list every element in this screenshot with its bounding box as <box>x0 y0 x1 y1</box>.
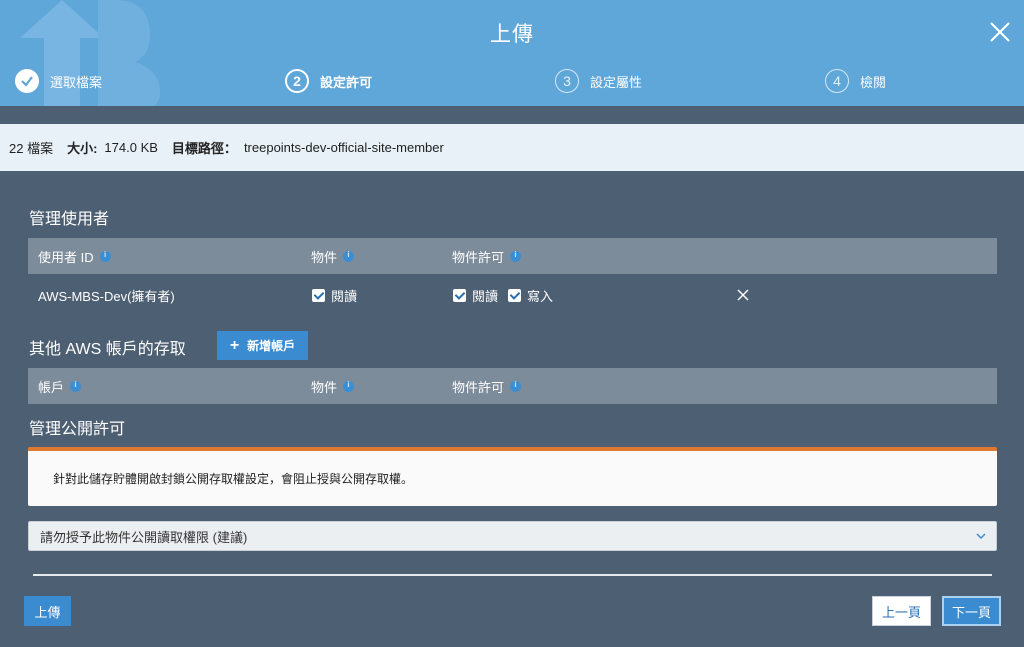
add-account-button[interactable]: + 新增帳戶 <box>217 331 308 360</box>
wizard-steps: 選取檔案 2 設定許可 3 設定屬性 4 檢閱 <box>0 67 1024 95</box>
header-divider <box>0 106 1024 124</box>
previous-button[interactable]: 上一頁 <box>872 596 931 626</box>
column-header-object-permissions: 物件許可 <box>452 238 522 274</box>
step-number: 4 <box>825 69 849 93</box>
size-label: 大小: <box>67 141 98 156</box>
dialog-header: 上傳 選取檔案 2 設定許可 3 設定屬性 4 檢閱 <box>0 0 1024 106</box>
info-icon[interactable] <box>510 380 522 392</box>
step-label: 設定許可 <box>320 74 373 90</box>
step-label: 檢閱 <box>860 74 887 90</box>
next-button[interactable]: 下一頁 <box>942 596 1001 626</box>
checkbox-checked-icon[interactable] <box>453 288 466 302</box>
public-permissions-title: 管理公開許可 <box>29 421 126 438</box>
checkbox-checked-icon[interactable] <box>312 288 325 302</box>
column-header-account: 帳戶 <box>38 368 82 404</box>
info-icon[interactable] <box>343 380 355 392</box>
checkbox-checked-icon[interactable] <box>508 288 521 302</box>
users-table-header: 使用者 ID 物件 物件許可 <box>28 238 997 274</box>
step-number: 2 <box>285 69 309 93</box>
file-count: 22 檔案 <box>9 141 54 156</box>
dialog-title: 上傳 <box>490 23 534 46</box>
select-value: 請勿授予此物件公開讀取權限 (建議) <box>40 529 248 545</box>
footer-divider <box>33 574 992 576</box>
accounts-table-header: 帳戶 物件 物件許可 <box>28 368 997 404</box>
object-read-checkbox[interactable]: 閱讀 <box>312 275 357 315</box>
step-review[interactable]: 4 檢閱 <box>825 67 886 95</box>
permission-read-checkbox[interactable]: 閱讀 <box>453 275 498 315</box>
upload-button[interactable]: 上傳 <box>24 596 71 626</box>
close-icon[interactable] <box>988 20 1012 44</box>
target-label: 目標路徑： <box>171 141 237 156</box>
target-value: treepoints-dev-official-site-member <box>243 140 444 155</box>
upload-summary-bar: 22 檔案 大小: 174.0 KB 目標路徑： treepoints-dev-… <box>0 124 1024 171</box>
warning-text: 針對此儲存貯體開啟封鎖公開存取權設定，會阻止授與公開存取權。 <box>53 472 414 486</box>
step-label: 設定屬性 <box>590 74 643 90</box>
step-set-permissions[interactable]: 2 設定許可 <box>285 67 372 95</box>
remove-user-icon[interactable] <box>736 288 750 302</box>
check-circle-icon <box>15 69 39 93</box>
info-icon[interactable] <box>70 380 82 392</box>
column-header-user-id: 使用者 ID <box>38 238 111 274</box>
info-icon[interactable] <box>343 250 355 262</box>
user-id-cell: AWS-MBS-Dev(擁有者) <box>38 288 175 304</box>
column-header-object-permissions: 物件許可 <box>452 368 522 404</box>
step-select-files[interactable]: 選取檔案 <box>15 67 102 95</box>
step-label: 選取檔案 <box>50 74 103 90</box>
public-access-select[interactable]: 請勿授予此物件公開讀取權限 (建議) <box>28 521 997 551</box>
block-public-access-warning: 針對此儲存貯體開啟封鎖公開存取權設定，會阻止授與公開存取權。 <box>28 447 997 506</box>
info-icon[interactable] <box>510 250 522 262</box>
plus-icon: + <box>229 336 240 354</box>
step-set-properties[interactable]: 3 設定屬性 <box>555 67 642 95</box>
column-header-object: 物件 <box>311 238 355 274</box>
table-row: AWS-MBS-Dev(擁有者) 閱讀 閱讀 寫入 <box>28 275 997 315</box>
step-number: 3 <box>555 69 579 93</box>
chevron-down-icon <box>976 533 986 540</box>
info-icon[interactable] <box>99 250 111 262</box>
other-accounts-title: 其他 AWS 帳戶的存取 <box>29 341 186 358</box>
size-value: 174.0 KB <box>104 140 158 155</box>
manage-users-title: 管理使用者 <box>29 211 110 228</box>
column-header-object: 物件 <box>311 368 355 404</box>
permission-write-checkbox[interactable]: 寫入 <box>508 275 553 315</box>
